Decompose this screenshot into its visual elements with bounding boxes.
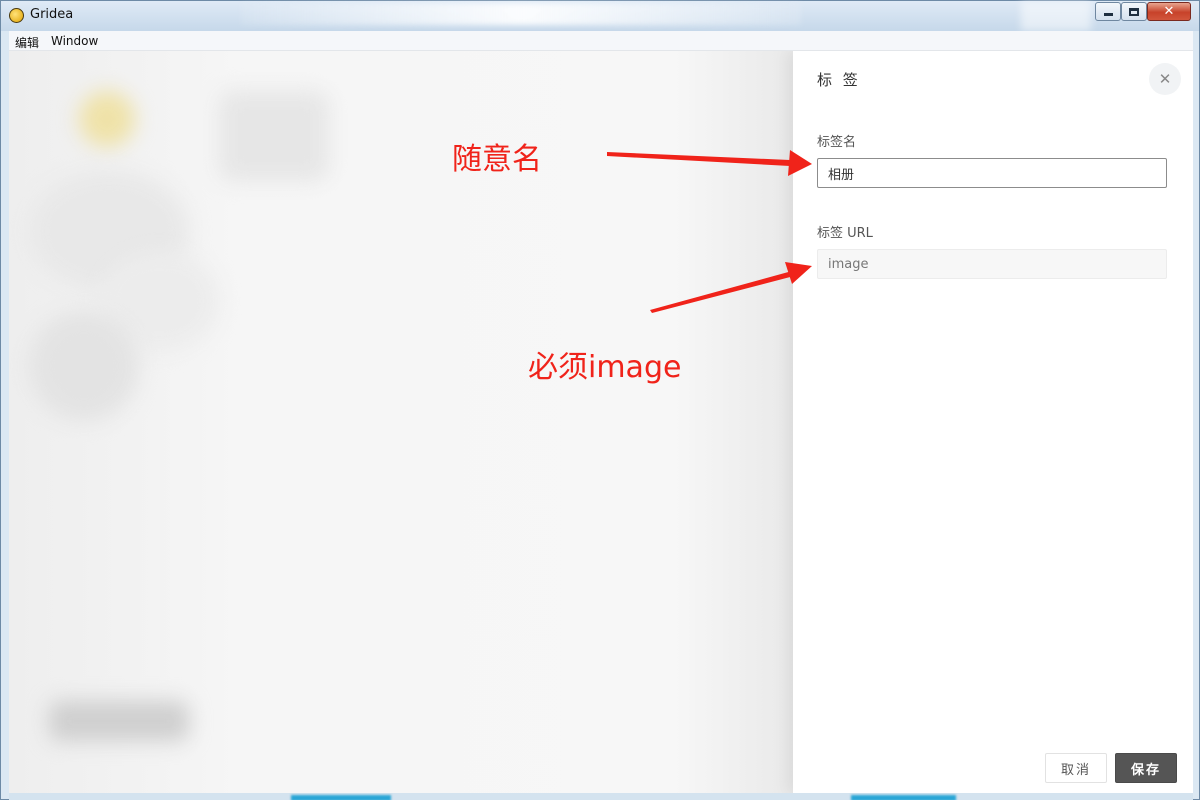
close-icon: ✕ [1158, 70, 1172, 88]
client-area: 标 签 ✕ 标签名 标签 URL 取消 保存 [9, 51, 1193, 793]
drawer-title: 标 签 [817, 71, 861, 89]
annotation-any-name: 随意名 [452, 142, 542, 177]
window-title: Gridea [30, 7, 74, 22]
save-button[interactable]: 保存 [1115, 753, 1177, 783]
menu-bar: 编辑 Window [9, 31, 1193, 51]
minimize-button[interactable] [1095, 2, 1121, 21]
blurred-button [49, 701, 189, 741]
tag-url-input[interactable] [817, 249, 1167, 279]
window-close-icon: ✕ [1163, 4, 1175, 19]
tag-drawer: 标 签 ✕ 标签名 标签 URL 取消 保存 [793, 51, 1193, 793]
tag-name-label: 标签名 [817, 135, 857, 150]
blurred-shape [29, 311, 139, 421]
tag-url-label: 标签 URL [817, 226, 873, 241]
bottom-edge [9, 793, 1193, 800]
blurred-taskbar-item [851, 795, 956, 800]
maximize-icon [1129, 7, 1139, 16]
gridea-app-icon [9, 8, 24, 23]
app-window: Gridea ✕ 编辑 Window 标 签 ✕ 标签名 相册 标签 URL i… [0, 0, 1200, 800]
blurred-backdrop [9, 51, 793, 793]
window-close-button[interactable]: ✕ [1147, 2, 1191, 21]
blurred-title-right [1021, 1, 1091, 31]
cancel-button[interactable]: 取消 [1045, 753, 1107, 783]
title-bar[interactable]: Gridea ✕ [1, 1, 1199, 31]
menu-edit[interactable]: 编辑 [15, 34, 39, 51]
blurred-title-region [241, 3, 801, 25]
annotation-must-image: 必须image [528, 350, 682, 385]
drawer-close-button[interactable]: ✕ [1149, 63, 1181, 95]
minimize-icon [1103, 13, 1113, 16]
blurred-card [219, 91, 329, 181]
tag-name-input[interactable] [817, 158, 1167, 188]
blurred-avatar [79, 91, 135, 147]
blurred-taskbar-item [291, 795, 391, 800]
maximize-button[interactable] [1121, 2, 1147, 21]
menu-window[interactable]: Window [51, 34, 98, 48]
